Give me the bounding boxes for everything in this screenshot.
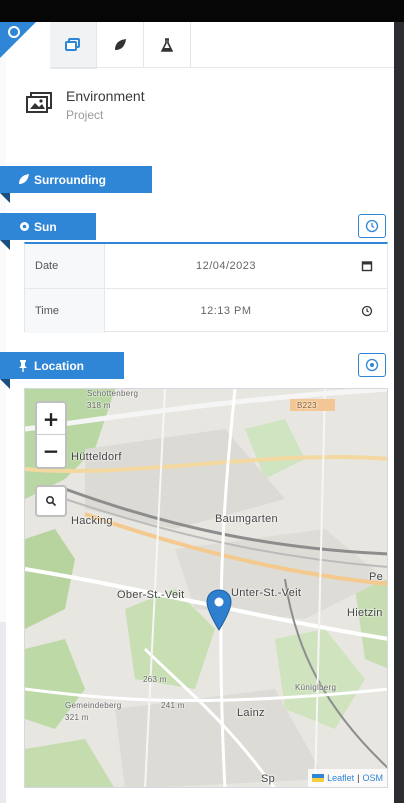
- map-label: 318 m: [87, 401, 111, 410]
- calendar-icon: [361, 261, 373, 272]
- location-marker-icon[interactable]: [206, 589, 232, 631]
- tab-bar: [50, 22, 191, 69]
- map-label: Schottenberg: [87, 389, 139, 398]
- section-label-sun: Sun: [34, 219, 57, 234]
- map-label-unter-st-veit: Unter-St.-Veit: [231, 587, 302, 599]
- search-icon: [45, 495, 57, 507]
- circle-icon[interactable]: [8, 26, 20, 38]
- map-label: Sp: [261, 773, 276, 785]
- map-label-elevation: 263 m: [143, 675, 167, 684]
- ribbon-fold: [0, 193, 10, 203]
- zoom-in-button[interactable]: +: [37, 403, 65, 434]
- time-picker-button[interactable]: [347, 289, 387, 333]
- sun-reset-button[interactable]: [358, 214, 386, 238]
- tab-flask[interactable]: [144, 22, 191, 68]
- image-gallery-icon: [26, 92, 52, 113]
- zoom-out-button[interactable]: −: [37, 435, 65, 466]
- leaf-icon: [19, 174, 29, 184]
- leaflet-link[interactable]: Leaflet: [327, 773, 354, 783]
- tab-layers[interactable]: [50, 22, 97, 69]
- flask-icon: [161, 38, 173, 52]
- pin-icon: [19, 360, 27, 372]
- time-row: Time 12:13 PM: [25, 289, 387, 333]
- map-label-hacking: Hacking: [71, 515, 113, 527]
- map-label: Pe: [369, 571, 384, 583]
- map-label-elevation: 241 m: [161, 701, 185, 710]
- locate-button[interactable]: [358, 353, 386, 377]
- time-field[interactable]: 12:13 PM: [105, 289, 347, 333]
- tab-underline: [50, 67, 394, 68]
- clock-icon: [361, 305, 373, 317]
- layers-icon: [65, 38, 80, 51]
- section-header-sun[interactable]: Sun: [0, 213, 96, 250]
- map-label-lainz: Lainz: [237, 707, 265, 719]
- date-label: Date: [25, 244, 105, 288]
- tab-leaf[interactable]: [97, 22, 144, 68]
- map-label-huetteldorf: Hütteldorf: [71, 451, 122, 463]
- osm-link[interactable]: OSM: [362, 773, 383, 783]
- gear-icon: [20, 222, 29, 231]
- map-label-baumgarten: Baumgarten: [215, 513, 278, 525]
- time-label: Time: [25, 289, 105, 333]
- map-attribution: Leaflet | OSM: [308, 769, 387, 787]
- location-map[interactable]: Schottenberg 318 m B223 Hütteldorf Hacki…: [24, 388, 388, 788]
- clock-icon: [365, 219, 379, 233]
- calendar-button[interactable]: [347, 244, 387, 288]
- crosshair-icon: [365, 358, 379, 372]
- map-label-hietzing: Hietzin: [347, 607, 383, 619]
- project-title: Environment: [66, 88, 145, 104]
- map-label-kueniglberg: Küniglberg: [295, 683, 337, 692]
- zoom-control: + −: [35, 401, 67, 469]
- map-label-ober-st-veit: Ober-St.-Veit: [117, 589, 185, 601]
- date-row: Date 12/04/2023: [25, 244, 387, 288]
- section-label-surrounding: Surrounding: [34, 172, 106, 187]
- section-label-location: Location: [34, 358, 84, 373]
- road-label-b223: B223: [297, 401, 317, 410]
- map-label-elevation: 321 m: [65, 713, 89, 722]
- map-search-button[interactable]: [35, 485, 67, 517]
- top-bar: [0, 0, 404, 22]
- section-header-location[interactable]: Location: [0, 352, 124, 389]
- leaf-icon: [115, 39, 126, 50]
- ribbon-fold: [0, 240, 10, 250]
- flag-icon: [312, 774, 325, 782]
- date-field[interactable]: 12/04/2023: [105, 244, 347, 288]
- section-header-surrounding[interactable]: Surrounding: [0, 166, 152, 203]
- ribbon-fold: [0, 379, 10, 389]
- project-subtitle: Project: [66, 108, 104, 122]
- attribution-separator: |: [357, 773, 360, 783]
- right-strip: [394, 22, 404, 803]
- map-label-gemeindeberg: Gemeindeberg: [65, 701, 122, 710]
- sun-settings-card: Date 12/04/2023 Time 12:13 PM: [24, 242, 388, 333]
